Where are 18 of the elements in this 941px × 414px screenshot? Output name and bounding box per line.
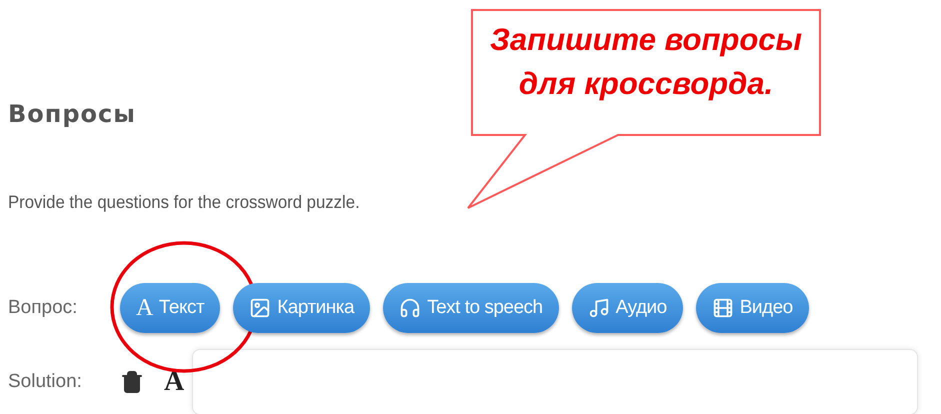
solution-label: Solution: — [8, 371, 83, 393]
music-note-icon — [588, 297, 610, 319]
image-icon — [249, 297, 272, 319]
image-button[interactable]: Картинка — [233, 283, 370, 333]
text-button[interactable]: A Текст — [120, 283, 220, 333]
answer-field[interactable] — [192, 349, 918, 414]
font-icon[interactable]: A — [164, 366, 184, 398]
headphones-icon — [399, 297, 422, 319]
film-icon — [712, 297, 734, 319]
font-icon: A — [136, 294, 153, 322]
callout-text: Запишите вопросы для кроссворда. — [489, 21, 803, 103]
audio-button[interactable]: Аудио — [572, 283, 683, 333]
video-button[interactable]: Видео — [696, 283, 809, 333]
section-heading: Вопросы — [8, 100, 136, 128]
speech-button[interactable]: Text to speech — [383, 283, 559, 333]
description-text: Provide the questions for the crossword puzzle. — [8, 192, 360, 213]
question-label: Вопрос: — [8, 297, 78, 319]
trash-icon[interactable] — [120, 370, 144, 394]
